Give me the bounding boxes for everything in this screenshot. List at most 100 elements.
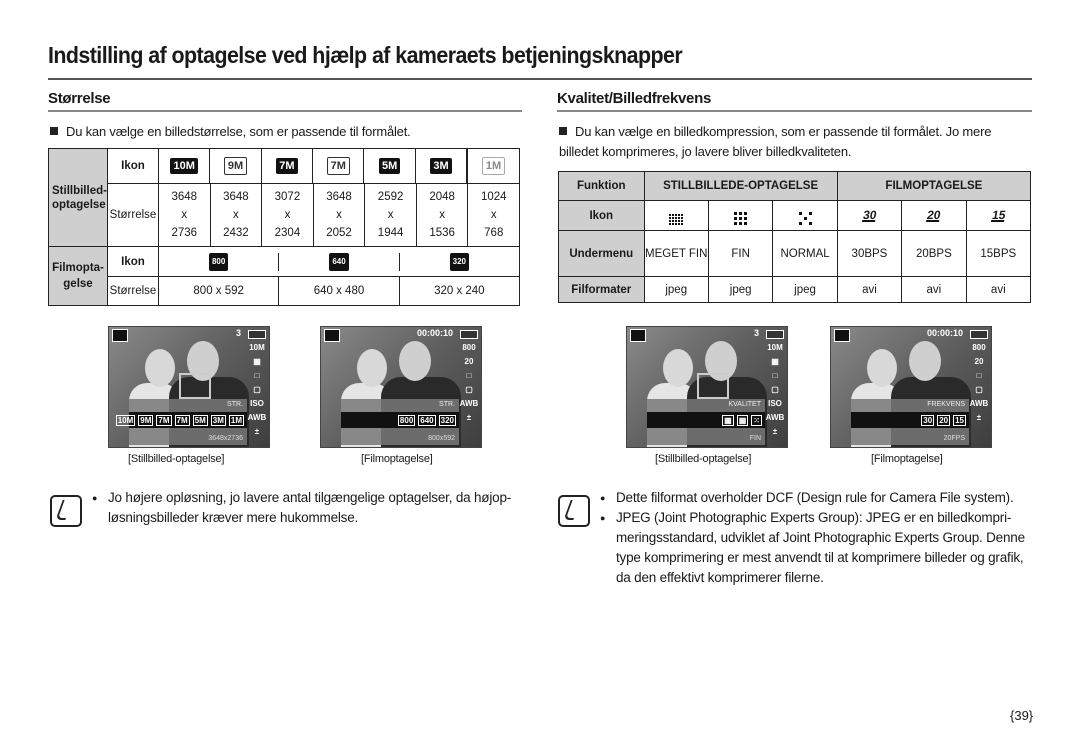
section-divider [557, 110, 1032, 112]
battery-icon [460, 330, 478, 339]
menu-panel-value: 3648x2736 [208, 435, 243, 442]
size-dimension: 2052 [326, 227, 352, 239]
movie-size-value: 800 x 592 [159, 277, 280, 305]
function-label: Funktion [558, 171, 645, 201]
menu-option[interactable]: ▦ [736, 414, 749, 426]
size-640-icon: 640 [329, 252, 349, 271]
movie-size-value: 640 x 480 [279, 277, 400, 305]
still-icon-cell: 7M [313, 149, 365, 183]
size-dimension: 3072 [274, 191, 301, 203]
camera-mode-icon [630, 329, 646, 342]
menu-option[interactable]: 7M [174, 414, 190, 426]
status-icon: ISO [250, 399, 264, 408]
menu-option[interactable]: 20 [937, 414, 951, 426]
quality-table: Funktion STILLBILLEDE-OPTAGELSE FILMOPTA… [558, 171, 1032, 303]
movie-sizes-cell: 800 x 592 640 x 480 320 x 240 [158, 276, 520, 306]
submenu-value: 30BPS [836, 230, 903, 277]
size-note: Jo højere opløsning, jo lavere antal til… [92, 488, 522, 528]
shot-counter: 00:00:10 [416, 328, 453, 338]
photo-face [357, 349, 387, 387]
note-item: Dette filformat overholder DCF (Design r… [600, 488, 1035, 508]
size-intro: Du kan vælge en billedstørrelse, som er … [50, 122, 520, 142]
movie-header: FILMOPTAGELSE [836, 171, 1032, 201]
size-icon: 5M [378, 158, 401, 174]
still-icon-cell: 10M 9M 7M 7M 5M 3M [157, 148, 469, 184]
menu-option[interactable]: 5M [192, 414, 208, 426]
camera-lcd-screen: 3 10M ▦ □ ▢ ISO AWB ± STR. 10M 9M 7M 7M 5M 3M 1M 3648x27… [108, 326, 270, 448]
format-value: jpeg [772, 276, 838, 303]
status-icon: □ [976, 371, 982, 380]
menu-option[interactable]: 15 [953, 414, 966, 426]
format-value: jpeg [643, 276, 709, 303]
still-size-value: 3648 x 2052 [314, 184, 366, 246]
still-size-value: 2048 x 1536 [417, 184, 469, 246]
quality-note: Dette filformat overholder DCF (Design r… [600, 488, 1035, 588]
size-800-icon: 800 [208, 252, 229, 271]
size-icon: 9M [223, 157, 248, 175]
menu-option[interactable]: 30 [921, 414, 935, 426]
15fps-icon: 15 [965, 200, 1032, 231]
menu-option[interactable]: 800 [397, 414, 416, 426]
status-icon: AWB [969, 399, 989, 408]
status-icon: □ [772, 371, 778, 380]
square-bullet-icon [559, 127, 567, 135]
format-value: jpeg [707, 276, 774, 303]
menu-option[interactable]: 320 [438, 414, 456, 426]
menu-option[interactable]: 9M [138, 414, 154, 426]
30fps-icon: 30 [836, 200, 903, 231]
size-intro-text: Du kan vælge en billedstørrelse, som er … [66, 124, 411, 139]
square-bullet-icon [50, 127, 58, 135]
size-dimension: 2432 [223, 227, 249, 239]
size-dimension: x [232, 209, 239, 221]
still-icon-cell: 3M [416, 149, 468, 183]
status-icon: ± [466, 413, 472, 422]
size-label: Størrelse [107, 276, 159, 306]
movie-mode-icon [324, 329, 340, 342]
menu-option[interactable]: 7M [156, 414, 172, 426]
size-dimension: 1536 [429, 227, 455, 239]
size-dimension: 768 [484, 227, 504, 239]
still-size-value: 3648 x 2736 [159, 184, 211, 246]
still-icon-cell: 9M [210, 149, 262, 183]
menu-option[interactable]: 1M [228, 414, 244, 426]
screen-caption: [Filmoptagelse] [871, 453, 943, 465]
status-icon: ▢ [771, 385, 779, 394]
still-sizes-cell: 3648 x 2736 3648 x 2432 3072 x 2304 3648 x 2052 2592… [158, 183, 520, 247]
status-icon: 20 [464, 357, 474, 366]
icon-label: Ikon [107, 246, 159, 277]
quality-intro-text: Du kan vælge en billedkompression, som e… [559, 124, 992, 159]
size-icon: 7M [276, 158, 298, 174]
camera-mode-icon [112, 329, 128, 342]
size-dimension: 2592 [377, 191, 404, 203]
status-icon: ▢ [253, 385, 261, 394]
menu-option[interactable]: ⁙ [751, 414, 762, 426]
section-divider [48, 110, 522, 112]
shot-counter: 00:00:10 [926, 328, 963, 338]
status-icon: 10M [249, 343, 265, 352]
size-dimension: 2048 [429, 191, 455, 203]
status-icon: AWB [459, 399, 479, 408]
menu-panel-label: KVALITET [728, 401, 761, 408]
photo-face [909, 341, 941, 381]
menu-option[interactable]: 10M [115, 414, 136, 426]
menu-option[interactable]: ▦ [722, 414, 734, 426]
focus-frame [697, 373, 729, 399]
title-divider [48, 78, 1032, 80]
still-icon-cell: 7M [262, 149, 314, 183]
menu-panel-label: STR. [227, 401, 243, 408]
menu-option-strip: 10M 9M 7M 7M 5M 3M 1M [115, 412, 247, 428]
menu-option[interactable]: 3M [210, 414, 226, 426]
status-icon: 800 [972, 343, 986, 352]
size-dimension: 2736 [171, 227, 198, 239]
still-size-value: 3648 x 2432 [211, 184, 263, 246]
size-320-icon: 320 [449, 252, 469, 271]
size-label: Størrelse [107, 183, 159, 247]
shot-counter: 3 [753, 328, 759, 338]
size-dimension: x [439, 209, 446, 221]
menu-panel-value: 20FPS [943, 435, 965, 442]
format-label: Filformater [558, 276, 645, 303]
photo-face [399, 341, 431, 381]
battery-icon [766, 330, 784, 339]
menu-option[interactable]: 640 [418, 414, 436, 426]
submenu-value: 15BPS [965, 230, 1032, 277]
